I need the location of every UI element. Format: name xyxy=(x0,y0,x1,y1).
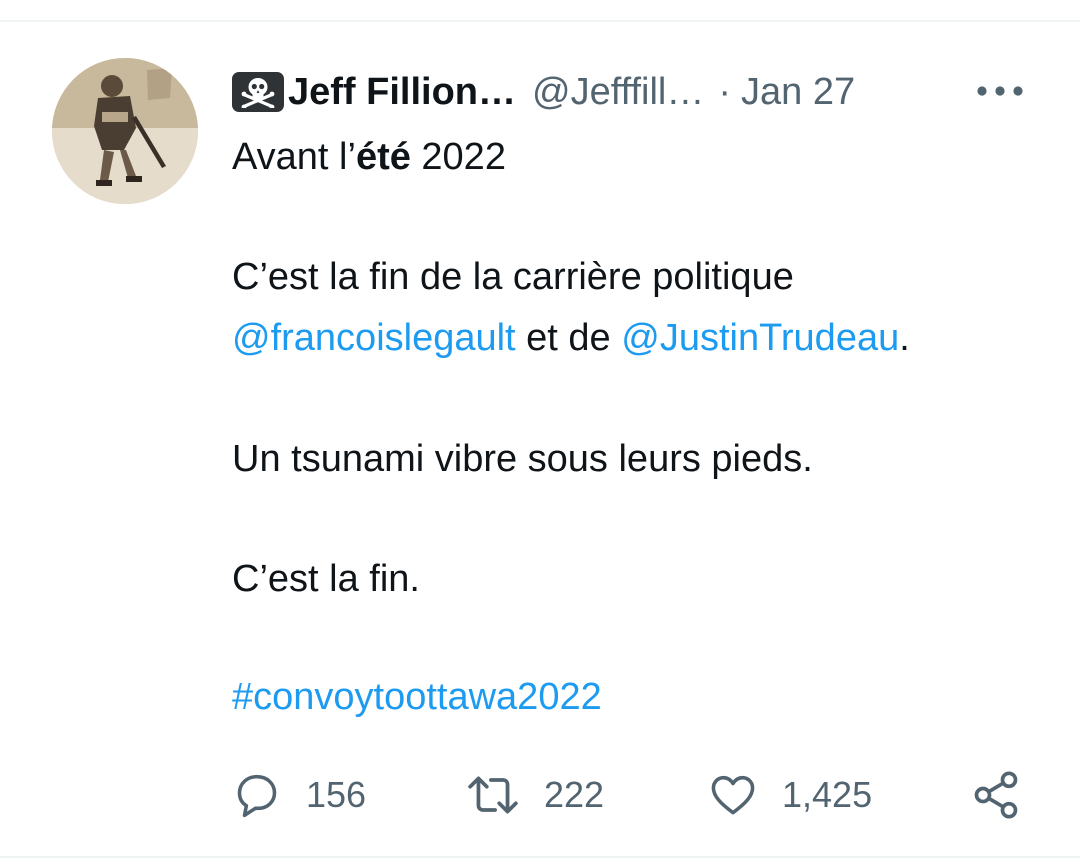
like-count: 1,425 xyxy=(782,774,873,815)
retweet-count: 222 xyxy=(544,774,605,815)
skull-and-crossbones-icon xyxy=(232,72,284,112)
like-button[interactable]: 1,425 xyxy=(708,766,872,824)
text-year: 2022 xyxy=(410,136,506,178)
text-et-de: et de xyxy=(515,317,622,359)
bottom-divider xyxy=(0,856,1080,858)
tweet-actions: 156 222 1,425 xyxy=(232,766,1032,824)
share-button[interactable] xyxy=(970,766,1022,824)
heart-icon xyxy=(711,775,755,815)
author-display-name[interactable]: Jeff Fillion… xyxy=(288,68,516,116)
tweet-text-line-4: Un tsunami vibre sous leurs pieds. xyxy=(232,438,813,480)
text-avant: Avant l’ xyxy=(232,136,356,178)
avatar-photo xyxy=(52,58,198,204)
tweet-text-line-3: @francoislegault et de @JustinTrudeau. xyxy=(232,315,910,361)
avatar[interactable] xyxy=(52,58,198,204)
tweet-text-line-2: C’est la fin de la carrière politique xyxy=(232,256,794,298)
tweet-text-line-5: C’est la fin. xyxy=(232,558,420,600)
more-dots-icon xyxy=(977,86,1023,96)
text-ete-bold: été xyxy=(355,136,411,178)
tweet-header: Jeff Fillion… @Jefffill… · Jan 27 xyxy=(232,68,855,116)
mention-francoislegault[interactable]: @francoislegault xyxy=(232,317,516,359)
top-divider xyxy=(0,20,1080,22)
tweet-date[interactable]: Jan 27 xyxy=(741,68,855,116)
text-period: . xyxy=(899,317,910,359)
tweet-text-line-1: Avant l’été 2022 xyxy=(232,134,506,180)
header-separator: · xyxy=(718,71,731,113)
mention-justintrudeau[interactable]: @JustinTrudeau xyxy=(621,317,899,359)
tweet-text-hashtag-line: #convoytoottawa2022 xyxy=(232,674,602,720)
reply-button[interactable]: 156 xyxy=(232,766,366,824)
retweet-button[interactable]: 222 xyxy=(466,766,604,824)
reply-icon xyxy=(237,774,277,818)
hashtag-convoytoottawa2022[interactable]: #convoytoottawa2022 xyxy=(232,676,602,718)
retweet-icon xyxy=(468,776,518,814)
author-handle[interactable]: @Jefffill… xyxy=(532,68,704,116)
share-icon xyxy=(974,771,1018,819)
reply-count: 156 xyxy=(306,774,367,815)
more-options-button[interactable] xyxy=(972,78,1028,104)
